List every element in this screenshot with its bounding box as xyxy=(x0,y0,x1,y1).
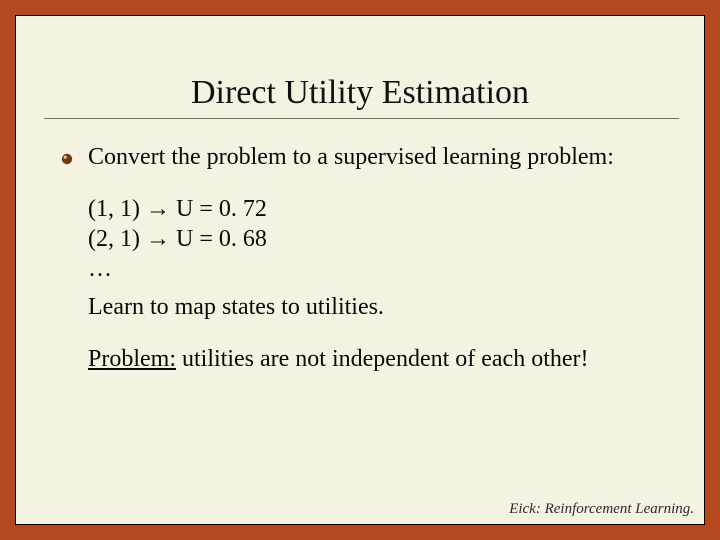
utility-value: U = 0. 72 xyxy=(176,196,267,222)
problem-text: utilities are not independent of each ot… xyxy=(176,346,589,372)
utility-value: U = 0. 68 xyxy=(176,226,267,252)
bullet-icon xyxy=(60,152,74,166)
examples-block: (1, 1) → U = 0. 72 (2, 1) → U = 0. 68 … xyxy=(88,194,688,284)
problem-line: Problem: utilities are not independent o… xyxy=(88,344,688,374)
slide-body: Convert the problem to a supervised lear… xyxy=(88,142,688,374)
problem-label: Problem: xyxy=(88,346,176,372)
title-underline xyxy=(44,118,679,119)
arrow-icon: → xyxy=(146,225,170,252)
intro-text: Convert the problem to a supervised lear… xyxy=(88,142,688,172)
state-label: (1, 1) xyxy=(88,196,140,222)
learn-text: Learn to map states to utilities. xyxy=(88,292,688,322)
footer-credit: Eick: Reinforcement Learning. xyxy=(509,501,694,518)
arrow-icon: → xyxy=(146,195,170,222)
slide-title: Direct Utility Estimation xyxy=(16,74,704,112)
state-label: (2, 1) xyxy=(88,226,140,252)
slide: Direct Utility Estimation Convert the pr… xyxy=(15,15,705,525)
example-row: (1, 1) → U = 0. 72 xyxy=(88,194,688,224)
ellipsis: … xyxy=(88,254,688,284)
example-row: (2, 1) → U = 0. 68 xyxy=(88,224,688,254)
